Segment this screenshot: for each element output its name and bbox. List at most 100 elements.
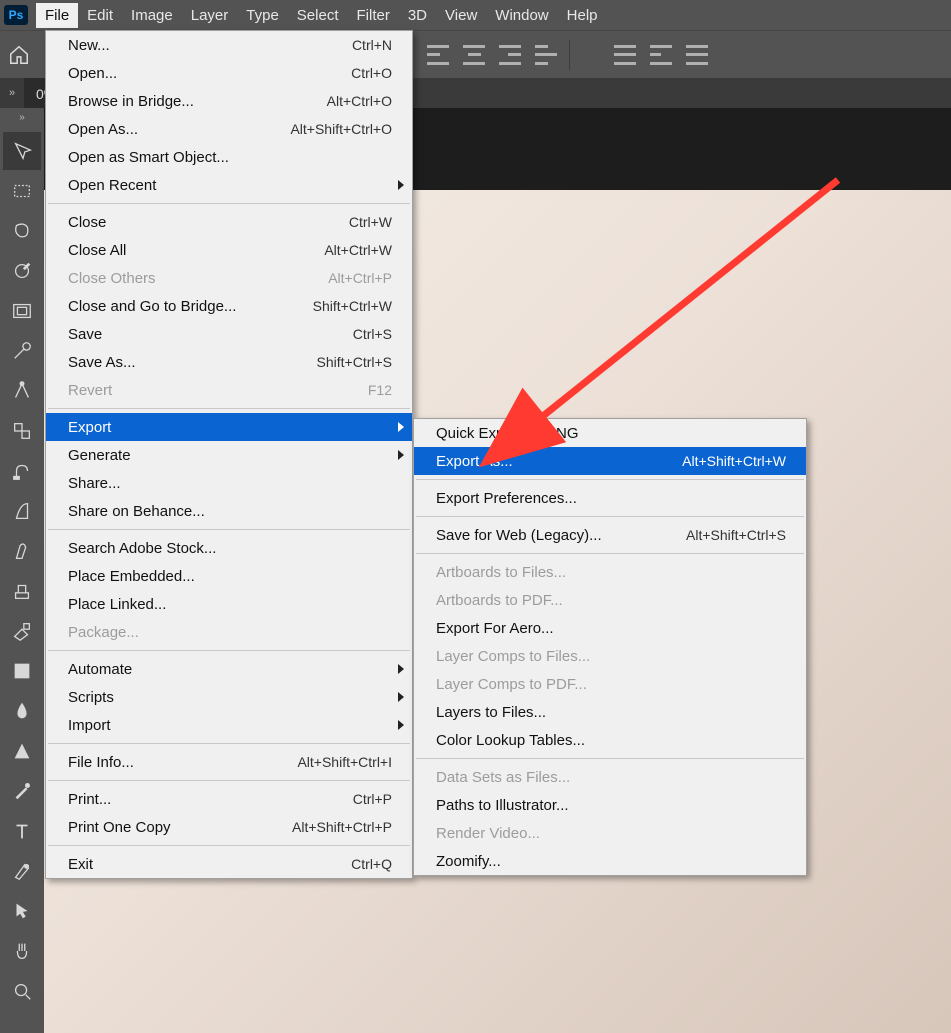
align-center-h-icon[interactable]: [463, 45, 485, 65]
file-menu-item-place-embedded[interactable]: Place Embedded...: [46, 562, 412, 590]
file-menu-item-automate[interactable]: Automate: [46, 655, 412, 683]
submenu-arrow-icon: [398, 422, 404, 432]
menu-select[interactable]: Select: [288, 3, 348, 28]
menu-item-shortcut: Alt+Shift+Ctrl+P: [292, 819, 392, 835]
align-right-icon[interactable]: [499, 45, 521, 65]
file-menu-item-exit[interactable]: ExitCtrl+Q: [46, 850, 412, 878]
file-menu-item-save-as[interactable]: Save As...Shift+Ctrl+S: [46, 348, 412, 376]
type-tool[interactable]: [3, 812, 41, 850]
file-menu-item-place-linked[interactable]: Place Linked...: [46, 590, 412, 618]
separator: [48, 780, 410, 781]
menu-type[interactable]: Type: [237, 3, 288, 28]
gradient-tool[interactable]: [3, 652, 41, 690]
menu-item-shortcut: Shift+Ctrl+W: [313, 298, 392, 314]
file-menu-item-close[interactable]: CloseCtrl+W: [46, 208, 412, 236]
submenu-arrow-icon: [398, 450, 404, 460]
export-menu-item-color-lookup-tables[interactable]: Color Lookup Tables...: [414, 726, 806, 754]
separator: [48, 529, 410, 530]
file-menu-item-export[interactable]: Export: [46, 413, 412, 441]
blur-tool[interactable]: [3, 692, 41, 730]
menu-item-shortcut: Alt+Shift+Ctrl+S: [686, 527, 786, 543]
export-submenu-dropdown: Quick Export as PNGExport As...Alt+Shift…: [413, 418, 807, 876]
export-menu-item-export-for-aero[interactable]: Export For Aero...: [414, 614, 806, 642]
menu-item-label: Revert: [68, 382, 112, 399]
brush-tool[interactable]: [3, 532, 41, 570]
menu-item-shortcut: Alt+Ctrl+P: [328, 270, 392, 286]
path-selection-tool[interactable]: [3, 852, 41, 890]
align-left-icon[interactable]: [427, 45, 449, 65]
menu-image[interactable]: Image: [122, 3, 182, 28]
distribute-center-icon[interactable]: [650, 45, 672, 65]
menu-item-label: Close All: [68, 242, 126, 259]
export-menu-item-paths-to-illustrator[interactable]: Paths to Illustrator...: [414, 791, 806, 819]
file-menu-item-share-on-behance[interactable]: Share on Behance...: [46, 497, 412, 525]
menu-item-label: Paths to Illustrator...: [436, 797, 569, 814]
menu-item-label: Export As...: [436, 453, 513, 470]
file-menu-item-print[interactable]: Print...Ctrl+P: [46, 785, 412, 813]
spot-healing-tool[interactable]: [3, 372, 41, 410]
eyedropper-tool[interactable]: [3, 332, 41, 370]
quick-selection-tool[interactable]: [3, 252, 41, 290]
file-menu-item-save[interactable]: SaveCtrl+S: [46, 320, 412, 348]
move-tool[interactable]: [3, 132, 41, 170]
menu-item-label: Share...: [68, 475, 121, 492]
menu-window[interactable]: Window: [486, 3, 557, 28]
menu-view[interactable]: View: [436, 3, 486, 28]
menu-3d[interactable]: 3D: [399, 3, 436, 28]
export-menu-item-quick-export-as-png[interactable]: Quick Export as PNG: [414, 419, 806, 447]
export-menu-item-export-as[interactable]: Export As...Alt+Shift+Ctrl+W: [414, 447, 806, 475]
zoom-tool[interactable]: [3, 972, 41, 1010]
marquee-tool[interactable]: [3, 172, 41, 210]
file-menu-item-open-as[interactable]: Open As...Alt+Shift+Ctrl+O: [46, 115, 412, 143]
export-menu-item-save-for-web-legacy[interactable]: Save for Web (Legacy)...Alt+Shift+Ctrl+S: [414, 521, 806, 549]
file-menu-item-import[interactable]: Import: [46, 711, 412, 739]
separator: [416, 553, 804, 554]
pen-tool[interactable]: [3, 772, 41, 810]
menu-filter[interactable]: Filter: [348, 3, 399, 28]
menu-layer[interactable]: Layer: [182, 3, 238, 28]
file-menu-item-open-as-smart-object[interactable]: Open as Smart Object...: [46, 143, 412, 171]
clone-stamp-tool[interactable]: [3, 452, 41, 490]
crop-tool[interactable]: [3, 292, 41, 330]
file-menu-item-print-one-copy[interactable]: Print One CopyAlt+Shift+Ctrl+P: [46, 813, 412, 841]
align-top-icon[interactable]: [535, 45, 557, 65]
distribute-top-icon[interactable]: [614, 45, 636, 65]
file-menu-item-generate[interactable]: Generate: [46, 441, 412, 469]
menu-help[interactable]: Help: [558, 3, 607, 28]
menu-file[interactable]: File: [36, 3, 78, 28]
toolbox-collapse-icon[interactable]: »: [19, 112, 25, 130]
export-menu-item-export-preferences[interactable]: Export Preferences...: [414, 484, 806, 512]
history-brush-tool[interactable]: [3, 492, 41, 530]
file-menu-item-search-adobe-stock[interactable]: Search Adobe Stock...: [46, 534, 412, 562]
submenu-arrow-icon: [398, 664, 404, 674]
direct-selection-tool[interactable]: [3, 892, 41, 930]
export-menu-item-zoomify[interactable]: Zoomify...: [414, 847, 806, 875]
menu-item-shortcut: Ctrl+O: [351, 65, 392, 81]
file-menu-item-open[interactable]: Open... Ctrl+O: [46, 59, 412, 87]
file-menu-item-close-and-go-to-bridge[interactable]: Close and Go to Bridge...Shift+Ctrl+W: [46, 292, 412, 320]
menu-edit[interactable]: Edit: [78, 3, 122, 28]
file-menu-item-open-recent[interactable]: Open Recent: [46, 171, 412, 199]
menu-item-label: Generate: [68, 447, 131, 464]
separator: [416, 479, 804, 480]
file-menu-item-file-info[interactable]: File Info...Alt+Shift+Ctrl+I: [46, 748, 412, 776]
file-menu-item-new[interactable]: New...Ctrl+N: [46, 31, 412, 59]
menu-item-label: Open...: [68, 65, 117, 82]
stamp-tool[interactable]: [3, 572, 41, 610]
export-menu-item-layers-to-files[interactable]: Layers to Files...: [414, 698, 806, 726]
file-menu-item-share[interactable]: Share...: [46, 469, 412, 497]
patch-tool[interactable]: [3, 412, 41, 450]
file-menu-item-browse-in-bridge[interactable]: Browse in Bridge...Alt+Ctrl+O: [46, 87, 412, 115]
export-menu-item-artboards-to-files: Artboards to Files...: [414, 558, 806, 586]
distribute-bottom-icon[interactable]: [686, 45, 708, 65]
file-menu-item-scripts[interactable]: Scripts: [46, 683, 412, 711]
tab-chevron-icon[interactable]: »: [0, 78, 24, 108]
triangle-tool[interactable]: [3, 732, 41, 770]
separator: [569, 40, 570, 70]
export-menu-item-render-video: Render Video...: [414, 819, 806, 847]
hand-tool[interactable]: [3, 932, 41, 970]
lasso-tool[interactable]: [3, 212, 41, 250]
home-icon[interactable]: [0, 36, 38, 74]
file-menu-item-close-all[interactable]: Close AllAlt+Ctrl+W: [46, 236, 412, 264]
eraser-tool[interactable]: [3, 612, 41, 650]
